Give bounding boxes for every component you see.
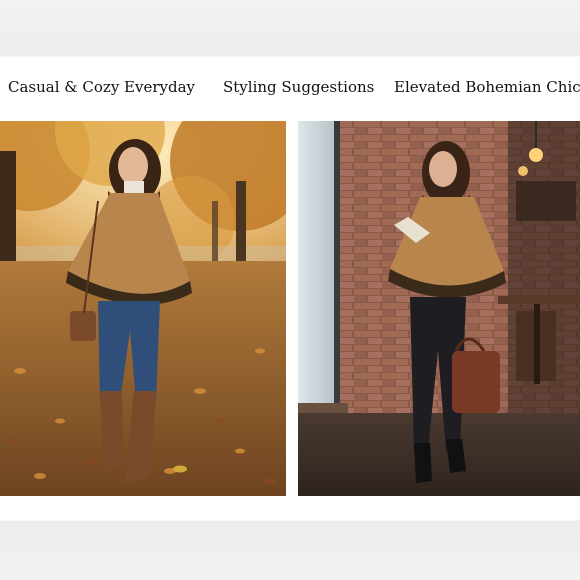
caption-row: Casual & Cozy Everyday Styling Suggestio… [0,78,580,102]
photo-autumn-park [0,121,286,496]
styling-collage: Casual & Cozy Everyday Styling Suggestio… [0,0,580,580]
caption-casual: Casual & Cozy Everyday [8,78,196,96]
caption-styling: Styling Suggestions [223,78,375,96]
autumn-park-illustration [0,121,286,496]
caption-bohemian: Elevated Bohemian Chic [394,78,580,96]
cafe-brick-illustration [298,121,580,496]
photo-cafe-brick [298,121,580,496]
